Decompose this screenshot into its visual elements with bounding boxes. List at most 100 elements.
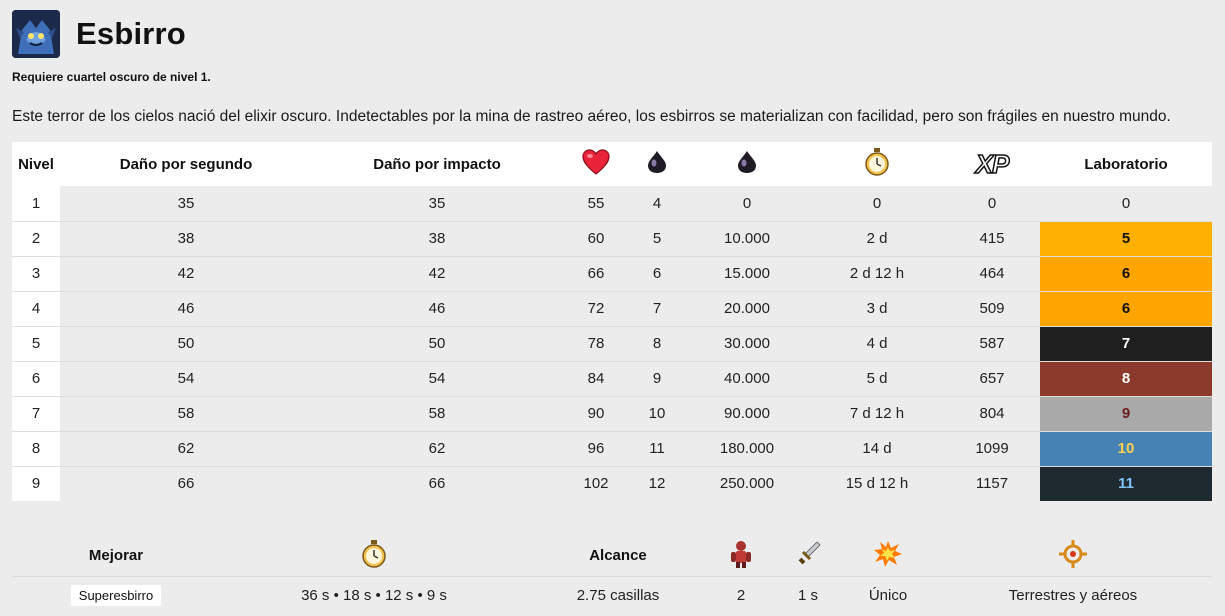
upgrade-cell: Superesbirro [12,576,220,614]
cell-cost: 40.000 [684,361,810,397]
cell-time: 2 d 12 h [810,256,944,292]
header-cost [684,142,810,186]
cell-level: 8 [12,431,60,467]
cell-dps: 46 [60,291,312,327]
cell-housing: 11 [630,431,684,467]
page-header: Esbirro [12,10,186,58]
cell-time: 15 d 12 h [845,475,909,493]
cell-time: 3 d [810,291,944,327]
cell-level: 6 [12,361,60,397]
cell-lab: 0 [1040,186,1212,222]
cell-hp: 55 [562,186,630,222]
cell-housing: 8 [630,326,684,362]
table-row: 9 66 66 102 12 250.000 15 d 12 h 1157 11 [12,466,1212,501]
cell-housing: 9 [630,361,684,397]
cell-dps: 50 [60,326,312,362]
cell-cost: 30.000 [684,326,810,362]
cell-cost: 20.000 [684,291,810,327]
cell-xp: 657 [944,361,1040,397]
cell-time: 0 [810,186,944,222]
cell-dph: 50 [312,326,562,362]
cell-hp: 90 [562,396,630,432]
cell-dph: 46 [312,291,562,327]
cell-housing: 5 [630,221,684,257]
minion-avatar [12,10,60,58]
cell-dph: 42 [312,256,562,292]
cell-xp: 804 [944,396,1040,432]
upgrade-times: 36 s • 18 s • 12 s • 9 s [301,586,447,604]
description-text: Este terror de los cielos nació del elix… [12,108,1171,125]
cell-dps: 62 [60,431,312,467]
extra-header-row: Mejorar Alcance [12,536,1212,577]
cell-dph: 54 [312,361,562,397]
cell-time: 2 d [810,221,944,257]
header-dps: Daño por segundo [60,142,312,186]
table-row: 8 62 62 96 11 180.000 14 d 1099 10 [12,431,1212,467]
cell-level: 3 [12,256,60,292]
cell-level: 9 [12,466,60,501]
cell-level: 7 [12,396,60,432]
table-row: 1 35 35 55 4 0 0 0 0 [12,186,1212,222]
cell-time: 7 d 12 h [810,396,944,432]
cell-dph: 35 [312,186,562,222]
cell-lab: 10 [1040,431,1212,467]
cell-cost: 0 [684,186,810,222]
cell-level: 1 [12,186,60,222]
page-title: Esbirro [76,16,186,51]
cell-housing: 6 [630,256,684,292]
header-targets [934,536,1212,577]
cell-cost: 90.000 [684,396,810,432]
header-level: Nivel [12,142,60,186]
table-row: 2 38 38 60 5 10.000 2 d 415 5 [12,221,1212,257]
explosion-icon [873,540,903,572]
cell-dps: 38 [60,221,312,257]
cell-time: 14 d [810,431,944,467]
requirement-text: Requiere cuartel oscuro de nivel 1. [12,70,211,84]
cell-lab: 7 [1040,326,1212,362]
cell-xp: 1157 [975,475,1009,493]
cell-dph: 66 [428,475,446,493]
cell-hp: 96 [562,431,630,467]
cell-xp: 464 [944,256,1040,292]
cell-lab: 9 [1040,396,1212,432]
cell-time: 5 d [810,361,944,397]
upgrade-link-superesbirro[interactable]: Superesbirro [70,584,162,606]
xp-label: XP [975,148,1010,180]
cell-lab: 5 [1040,221,1212,257]
sword-icon [795,540,821,572]
heart-icon [582,149,610,179]
cell-dph: 58 [312,396,562,432]
extra-info-table: Mejorar Alcance Superesbirro 36 s • 18 s… [12,536,1212,614]
crosshair-icon [1057,539,1089,572]
cell-housing: 10 [630,396,684,432]
table-row: 7 58 58 90 10 90.000 7 d 12 h 804 9 [12,396,1212,432]
cell-hp: 78 [562,326,630,362]
header-hitpoints [562,142,630,186]
stats-table: Nivel Daño por segundo Daño por impacto [12,142,1212,501]
cell-cost: 250.000 [719,475,775,493]
header-housing-space [708,536,774,577]
stopwatch-icon [361,539,387,572]
cell-level: 4 [12,291,60,327]
stopwatch-icon [864,148,890,180]
header-time [810,142,944,186]
range-value: 2.75 casillas [576,586,660,604]
cell-level: 5 [12,326,60,362]
table-row: 3 42 42 66 6 15.000 2 d 12 h 464 6 [12,256,1212,292]
header-upgrade-time [220,536,528,577]
header-upgrade: Mejorar [12,536,220,577]
stats-header-row: Nivel Daño por segundo Daño por impacto [12,142,1212,186]
cell-housing: 12 [648,475,666,493]
cell-xp: 509 [944,291,1040,327]
cell-lab: 6 [1040,291,1212,327]
cell-xp: 415 [944,221,1040,257]
table-row: 5 50 50 78 8 30.000 4 d 587 7 [12,326,1212,362]
cell-hp: 84 [562,361,630,397]
cell-hp: 66 [562,256,630,292]
extra-values-row: Superesbirro 36 s • 18 s • 12 s • 9 s 2.… [12,576,1212,614]
troop-housing-icon [728,540,754,572]
cell-xp: 587 [944,326,1040,362]
dark-elixir-drop-icon [646,150,668,178]
cell-hp: 72 [562,291,630,327]
cell-housing: 4 [630,186,684,222]
